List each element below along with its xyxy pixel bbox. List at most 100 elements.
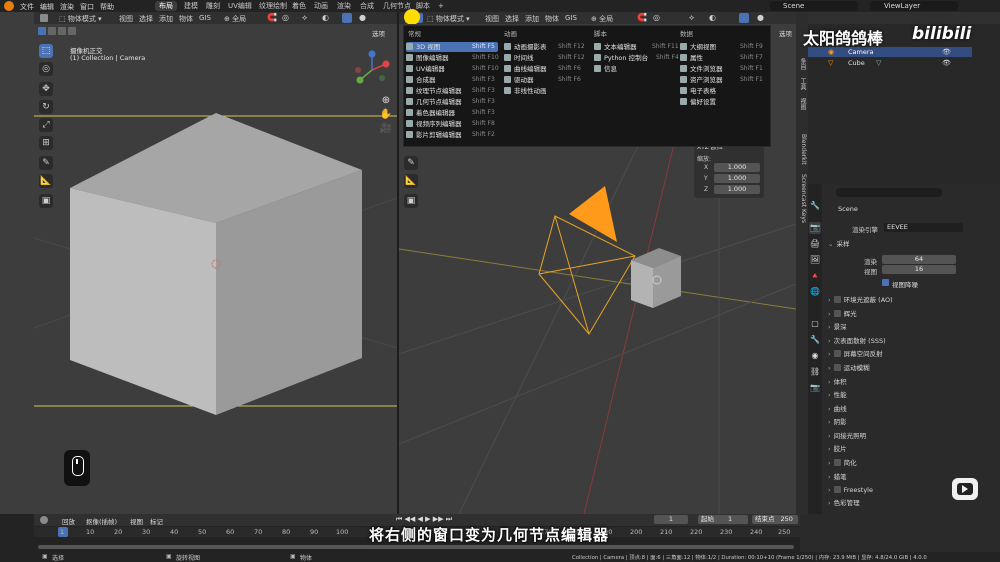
menu-edit[interactable]: 编辑 <box>40 2 54 12</box>
right-menu-view[interactable]: 视图 <box>485 14 499 24</box>
right-annotate-tool-icon[interactable]: ✎ <box>404 156 418 170</box>
menu-item-python-console[interactable]: Python 控制台 Shift F4 <box>594 53 679 63</box>
section-curves[interactable]: › 曲线 <box>828 403 847 415</box>
left-menu-gis[interactable]: GIS <box>199 14 211 22</box>
pan-hand-icon[interactable]: ✋ <box>379 108 393 122</box>
menu-item-compositor[interactable]: 合成器 Shift F3 <box>406 75 498 85</box>
left-menu-select[interactable]: 选择 <box>139 14 153 24</box>
section-film[interactable]: › 胶片 <box>828 443 847 455</box>
right-overlays-icon[interactable]: ◐ <box>709 13 716 22</box>
right-xray-icon[interactable] <box>739 13 749 23</box>
show-gizmo-icon[interactable]: ⟡ <box>302 13 307 23</box>
menu-item-spreadsheet[interactable]: 电子表格 <box>680 86 766 96</box>
sidebar-tab-blenderkit[interactable]: Blenderkit <box>797 134 807 165</box>
tab-sculpting[interactable]: 雕刻 <box>202 1 224 11</box>
sidebar-tab-tool[interactable]: 工具 <box>797 78 807 90</box>
menu-item-properties[interactable]: 属性 Shift F7 <box>680 53 766 63</box>
tab-animation[interactable]: 动画 <box>310 1 332 11</box>
current-frame-field[interactable]: 1 <box>654 515 688 524</box>
right-menu-select[interactable]: 选择 <box>505 14 519 24</box>
left-3d-viewport[interactable]: 摄像机正交 (1) Collection | Camera ⬚ ◎ ✥ ↻ ⤢ … <box>34 38 397 514</box>
menu-item-texture-node-editor[interactable]: 纹理节点编辑器 Shift F3 <box>406 86 498 96</box>
timeline-menu-keying[interactable]: 抠像(插帧) <box>86 516 117 526</box>
overlays-icon[interactable]: ◐ <box>322 13 329 22</box>
tab-compositing[interactable]: 合成 <box>356 1 378 11</box>
section-performance[interactable]: › 性能 <box>828 389 847 401</box>
tab-shading[interactable]: 着色 <box>288 1 310 11</box>
timeline-menu-playback[interactable]: 回放 <box>62 516 75 526</box>
scale-x-field[interactable]: 1.000 <box>714 163 760 172</box>
left-menu-view[interactable]: 视图 <box>119 14 133 24</box>
add-workspace-button[interactable]: + <box>434 1 448 11</box>
timeline-editor-icon[interactable] <box>40 516 48 524</box>
menu-item-image-editor[interactable]: 图像编辑器 Shift F10 <box>406 53 499 63</box>
right-snap-icon[interactable]: 🧲 <box>637 13 647 22</box>
snap-icon[interactable]: 🧲 <box>267 13 277 22</box>
navigation-gizmo-icon[interactable] <box>352 50 392 90</box>
camera-visibility-icon[interactable]: 👁 <box>942 48 951 56</box>
render-samples-field[interactable]: 64 <box>882 255 956 264</box>
playback-controls[interactable]: ⏮ ◀◀ ◀ ▶ ▶▶ ⏭ <box>396 515 452 524</box>
tab-layout[interactable]: 布局 <box>155 1 177 11</box>
menu-item-timeline[interactable]: 时间线 Shift F12 <box>504 53 590 63</box>
right-shading-icon[interactable]: ● <box>757 13 764 22</box>
left-menu-add[interactable]: 添加 <box>159 14 173 24</box>
menu-item-shader-editor[interactable]: 着色器编辑器 Shift F3 <box>406 108 498 118</box>
menu-item-movie-clip-editor[interactable]: 影片剪辑编辑器 Shift F2 <box>406 130 498 140</box>
scale-y-field[interactable]: 1.000 <box>714 174 760 183</box>
menu-item-file-browser[interactable]: 文件浏览器 Shift F1 <box>680 64 766 74</box>
physics-properties-icon[interactable]: ◉ <box>809 350 821 362</box>
viewport-samples-field[interactable]: 16 <box>882 265 956 274</box>
left-menu-object[interactable]: 物体 <box>179 14 193 24</box>
menu-item-3d-viewport[interactable]: 3D 视图 Shift F5 <box>406 42 498 52</box>
camera-view-icon[interactable]: 🎥 <box>379 122 393 136</box>
xray-toggle-icon[interactable] <box>342 13 352 23</box>
right-menu-add[interactable]: 添加 <box>525 14 539 24</box>
section-shadows[interactable]: › 阴影 <box>828 416 847 428</box>
menu-item-info[interactable]: 信息 <box>594 64 676 74</box>
editor-type-icon[interactable] <box>40 14 48 22</box>
menu-item-geometry-node-editor[interactable]: 几何节点编辑器 Shift F3 <box>406 97 498 107</box>
right-options-button[interactable]: 选项 <box>779 28 792 38</box>
right-menu-gis[interactable]: GIS <box>565 14 577 22</box>
section-indirect-lighting[interactable]: › 间接光照明 <box>828 430 866 442</box>
select-box-tool-icon[interactable]: ⬚ <box>39 44 53 58</box>
properties-search-field[interactable] <box>836 188 942 197</box>
sidebar-tab-item[interactable]: 条目 <box>797 58 807 70</box>
right-proportional-icon[interactable]: ◎ <box>653 13 660 22</box>
section-motion-blur[interactable]: › 运动模糊 <box>828 362 870 374</box>
menu-help[interactable]: 帮助 <box>100 2 114 12</box>
tab-modeling[interactable]: 建模 <box>180 1 202 11</box>
sidebar-tab-screencast[interactable]: Screencast Keys <box>797 174 807 223</box>
viewport-denoise-checkbox[interactable] <box>882 279 889 286</box>
menu-window[interactable]: 窗口 <box>80 2 94 12</box>
transform-tool-icon[interactable]: ⊞ <box>39 136 53 150</box>
menu-render[interactable]: 渲染 <box>60 2 74 12</box>
render-properties-icon[interactable]: 📷 <box>809 222 821 234</box>
scale-tool-icon[interactable]: ⤢ <box>39 118 53 132</box>
tab-texture-paint[interactable]: 纹理绘制 <box>255 1 291 11</box>
object-properties-icon[interactable]: ▢ <box>809 318 821 330</box>
modifier-properties-icon[interactable]: 🔧 <box>809 334 821 346</box>
left-pivot-dropdown[interactable]: ⊕ 全局 <box>224 14 246 24</box>
right-add-cube-tool-icon[interactable]: ▣ <box>404 194 418 208</box>
measure-tool-icon[interactable]: 📐 <box>39 174 53 188</box>
proportional-edit-icon[interactable]: ◎ <box>282 13 289 22</box>
menu-item-drivers[interactable]: 驱动器 Shift F6 <box>504 75 590 85</box>
timeline-menu-view[interactable]: 视图 <box>130 516 143 526</box>
tool-properties-icon[interactable]: 🔧 <box>809 200 821 212</box>
menu-item-outliner[interactable]: 大纲视图 Shift F9 <box>680 42 766 52</box>
output-properties-icon[interactable]: 🖨 <box>809 238 821 250</box>
menu-item-graph-editor[interactable]: 曲线编辑器 Shift F6 <box>504 64 590 74</box>
tab-rendering[interactable]: 渲染 <box>333 1 355 11</box>
cube-visibility-icon[interactable]: 👁 <box>942 59 951 67</box>
section-bloom[interactable]: › 辉光 <box>828 308 857 320</box>
section-freestyle[interactable]: › Freestyle <box>828 484 873 496</box>
move-tool-icon[interactable]: ✥ <box>39 82 53 96</box>
section-subsurface[interactable]: › 次表面散射 (SSS) <box>828 335 886 347</box>
rotate-tool-icon[interactable]: ↻ <box>39 100 53 114</box>
left-options-button[interactable]: 选项 <box>372 28 385 38</box>
section-grease-pencil[interactable]: › 蜡笔 <box>828 471 847 483</box>
view-layer-properties-icon[interactable]: 🖼 <box>809 254 821 266</box>
shading-solid-icon[interactable]: ● <box>359 13 366 22</box>
